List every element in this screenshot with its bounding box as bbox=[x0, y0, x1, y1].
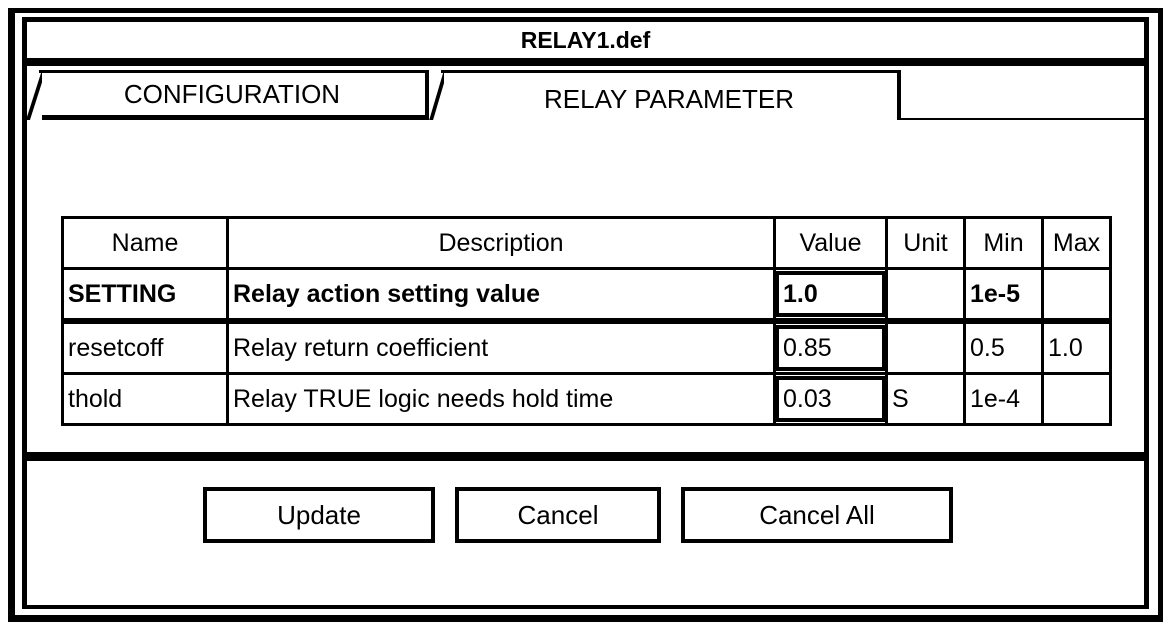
value-input[interactable]: 1.0 bbox=[777, 271, 884, 316]
cell-name: thold bbox=[61, 372, 229, 426]
tab-strip: CONFIGURATION RELAY PARAMETER bbox=[26, 66, 1144, 124]
cell-max bbox=[1041, 372, 1112, 426]
cell-unit bbox=[885, 319, 966, 375]
cell-max: 1.0 bbox=[1041, 319, 1112, 375]
cell-value[interactable]: 0.03 bbox=[773, 372, 888, 426]
value-input[interactable]: 0.03 bbox=[777, 376, 884, 422]
column-header-unit: Unit bbox=[885, 216, 966, 270]
column-header-value: Value bbox=[773, 216, 888, 270]
cell-name: SETTING bbox=[61, 267, 229, 324]
relay-parameter-panel: Name Description Value Unit Min Max SETT… bbox=[27, 120, 1144, 482]
column-header-name: Name bbox=[61, 216, 229, 270]
footer-separator bbox=[27, 452, 1144, 461]
application-window: RELAY1.def CONFIGURATION RELAY PARAMETER bbox=[0, 0, 1171, 634]
tab-configuration-label: CONFIGURATION bbox=[123, 79, 341, 109]
cell-description: Relay return coefficient bbox=[226, 319, 776, 375]
cell-description: Relay TRUE logic needs hold time bbox=[226, 372, 776, 426]
cell-min: 1e-5 bbox=[963, 267, 1044, 324]
tab-left-slant-decoration bbox=[428, 70, 444, 124]
title-bar: RELAY1.def bbox=[27, 22, 1144, 66]
table-row[interactable]: SETTING Relay action setting value 1.0 1… bbox=[61, 267, 1112, 324]
window-inner-frame: RELAY1.def CONFIGURATION RELAY PARAMETER bbox=[22, 17, 1149, 609]
cell-description: Relay action setting value bbox=[226, 267, 776, 324]
update-button[interactable]: Update bbox=[203, 487, 435, 543]
value-input[interactable]: 0.85 bbox=[777, 325, 884, 371]
dialog-button-bar: Update Cancel Cancel All bbox=[27, 461, 1144, 605]
cancel-all-button[interactable]: Cancel All bbox=[681, 487, 953, 543]
cell-min: 0.5 bbox=[963, 319, 1044, 375]
tab-relay-parameter-label: RELAY PARAMETER bbox=[544, 83, 794, 114]
cell-min: 1e-4 bbox=[963, 372, 1044, 426]
table-row[interactable]: thold Relay TRUE logic needs hold time 0… bbox=[61, 372, 1112, 426]
table-row[interactable]: resetcoff Relay return coefficient 0.85 … bbox=[61, 319, 1112, 375]
window-title: RELAY1.def bbox=[520, 26, 651, 53]
table-header-row: Name Description Value Unit Min Max bbox=[61, 216, 1112, 270]
cell-max bbox=[1041, 267, 1112, 324]
cell-unit bbox=[885, 267, 966, 324]
cell-value[interactable]: 1.0 bbox=[773, 267, 888, 324]
column-header-description: Description bbox=[226, 216, 776, 270]
parameter-table: Name Description Value Unit Min Max SETT… bbox=[61, 216, 1112, 426]
column-header-min: Min bbox=[963, 216, 1044, 270]
cell-name: resetcoff bbox=[61, 319, 229, 375]
column-header-max: Max bbox=[1041, 216, 1112, 270]
tab-configuration[interactable]: CONFIGURATION bbox=[26, 70, 429, 120]
cell-unit: S bbox=[885, 372, 966, 426]
tab-relay-parameter[interactable]: RELAY PARAMETER bbox=[428, 70, 901, 124]
cancel-button[interactable]: Cancel bbox=[455, 487, 661, 543]
tab-left-slant-decoration bbox=[26, 70, 42, 120]
cell-value[interactable]: 0.85 bbox=[773, 319, 888, 375]
